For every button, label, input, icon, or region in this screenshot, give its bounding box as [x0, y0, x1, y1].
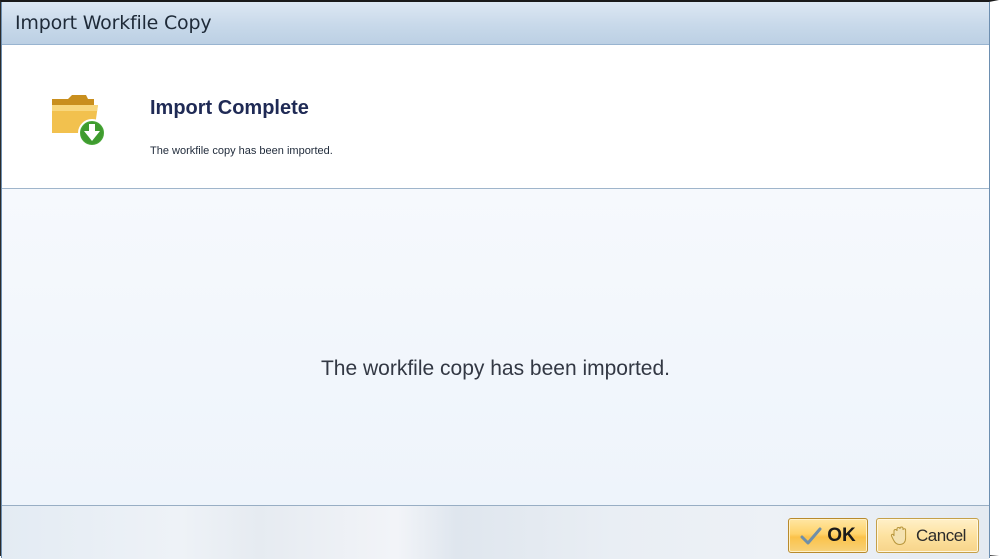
dialog-footer: OK Cancel: [2, 505, 989, 559]
checkmark-icon: [800, 526, 822, 546]
banner-subtitle: The workfile copy has been imported.: [150, 145, 333, 157]
banner-title: Import Complete: [150, 97, 309, 119]
cancel-button-label: Cancel: [916, 525, 966, 545]
dialog-frame: Import Workfile Copy Import Complete The…: [1, 2, 990, 559]
window-title: Import Workfile Copy: [15, 12, 212, 34]
hand-stop-icon: [889, 525, 911, 546]
header-banner: Import Complete The workfile copy has be…: [2, 45, 989, 189]
cancel-button[interactable]: Cancel: [876, 518, 979, 553]
dialog-body: The workfile copy has been imported.: [2, 189, 989, 505]
ok-button-label: OK: [827, 524, 856, 546]
folder-import-icon: [50, 89, 110, 149]
ok-button[interactable]: OK: [788, 518, 868, 553]
import-workfile-dialog: Import Workfile Copy Import Complete The…: [0, 0, 999, 559]
title-bar[interactable]: Import Workfile Copy: [2, 2, 989, 45]
status-message: The workfile copy has been imported.: [320, 357, 670, 380]
